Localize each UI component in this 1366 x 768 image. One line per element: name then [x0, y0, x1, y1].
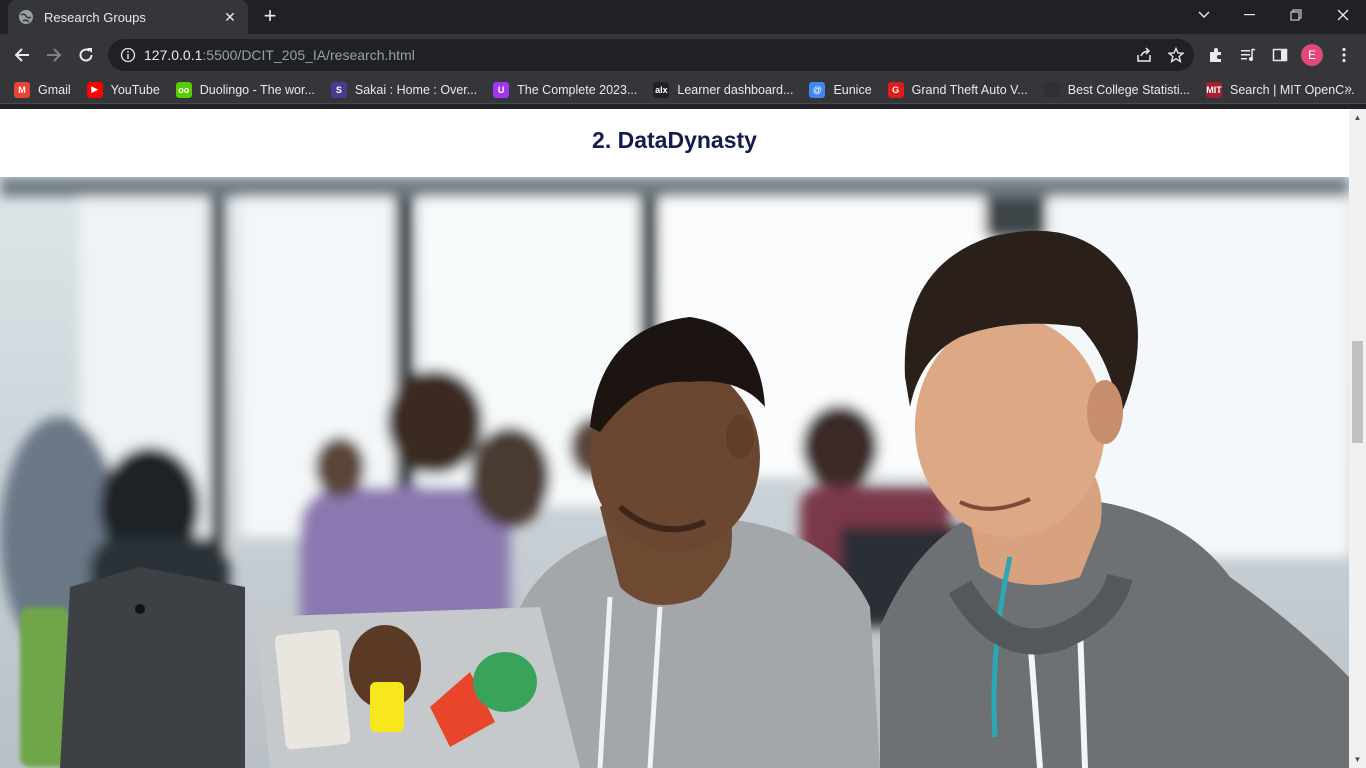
college-icon: [1043, 81, 1060, 98]
reload-button[interactable]: [73, 42, 99, 68]
chevron-down-icon: [1198, 11, 1210, 18]
bookmark-item[interactable]: MIT Search | MIT OpenC...: [1198, 78, 1363, 102]
bookmark-star-button[interactable]: [1163, 42, 1189, 68]
mit-icon: MIT: [1206, 81, 1223, 98]
scroll-down-arrow-icon[interactable]: ▼: [1349, 751, 1366, 768]
extensions-button[interactable]: [1203, 42, 1229, 68]
forward-button[interactable]: [41, 42, 67, 68]
bookmark-item[interactable]: M Gmail: [6, 78, 79, 102]
menu-button[interactable]: [1331, 42, 1357, 68]
bookmark-item[interactable]: oo Duolingo - The wor...: [168, 78, 323, 102]
tab-search-button[interactable]: [1181, 0, 1227, 30]
bookmark-item[interactable]: Best College Statisti...: [1036, 78, 1198, 102]
info-icon[interactable]: [120, 47, 136, 63]
page-scrollbar[interactable]: ▲ ▼: [1349, 109, 1366, 768]
bookmark-label: Eunice: [833, 82, 872, 97]
bookmark-label: Grand Theft Auto V...: [911, 82, 1028, 97]
bookmarks-list: M Gmail ▶ YouTube oo Duolingo - The wor... S Sa…: [0, 78, 1363, 102]
sakai-icon: S: [330, 81, 347, 98]
url-path: :5500/DCIT_205_IA/research.html: [202, 47, 415, 63]
bookmark-item[interactable]: U The Complete 2023...: [485, 78, 645, 102]
star-icon: [1168, 47, 1184, 63]
arrow-right-icon: [47, 48, 62, 62]
url-host: 127.0.0.1: [144, 47, 203, 63]
bookmark-label: The Complete 2023...: [517, 82, 638, 97]
browser-toolbar: 127.0.0.1:5500/DCIT_205_IA/research.html: [0, 34, 1366, 76]
duolingo-icon: oo: [175, 81, 192, 98]
students-photo: [0, 177, 1349, 768]
bookmark-label: Search | MIT OpenC...: [1230, 82, 1355, 97]
tab-research-groups[interactable]: Research Groups ✕: [8, 0, 248, 34]
profile-avatar[interactable]: E: [1301, 44, 1323, 66]
bookmark-item[interactable]: ▶ YouTube: [79, 78, 168, 102]
youtube-icon: ▶: [86, 81, 103, 98]
scroll-up-arrow-icon[interactable]: ▲: [1349, 109, 1366, 126]
media-button[interactable]: [1235, 42, 1261, 68]
side-panel-button[interactable]: [1267, 42, 1293, 68]
gta-icon: G: [887, 81, 904, 98]
share-button[interactable]: [1131, 42, 1157, 68]
section-heading: 2. DataDynasty: [592, 127, 757, 153]
minimize-icon: [1244, 14, 1255, 16]
bookmark-label: Duolingo - The wor...: [199, 82, 315, 97]
new-tab-button[interactable]: +: [258, 5, 282, 28]
gmail-icon: M: [14, 81, 30, 98]
more-vert-icon: [1342, 47, 1346, 63]
close-icon: [1337, 9, 1349, 21]
bookmark-label: Best College Statisti...: [1067, 82, 1191, 97]
restore-icon: [1290, 9, 1302, 21]
bookmark-label: Gmail: [38, 82, 71, 97]
side-panel-icon: [1272, 48, 1288, 62]
puzzle-icon: [1210, 48, 1221, 62]
bookmarks-bar: M Gmail ▶ YouTube oo Duolingo - The wor... S Sa…: [0, 76, 1366, 104]
bookmark-item[interactable]: alx Learner dashboard...: [645, 78, 801, 102]
bookmark-label: Sakai : Home : Over...: [354, 82, 478, 97]
close-window-button[interactable]: [1320, 0, 1366, 30]
queue-music-icon: [1241, 48, 1256, 61]
udemy-icon: U: [493, 81, 510, 98]
reload-icon: [79, 48, 93, 62]
scroll-thumb[interactable]: [1352, 341, 1363, 443]
address-bar[interactable]: 127.0.0.1:5500/DCIT_205_IA/research.html: [108, 39, 1194, 71]
tab-strip: Research Groups ✕ +: [0, 0, 1366, 34]
eunice-icon: @: [809, 81, 826, 98]
close-tab-icon[interactable]: ✕: [222, 9, 238, 25]
arrow-left-icon: [14, 48, 29, 62]
restore-button[interactable]: [1273, 0, 1319, 30]
back-button[interactable]: [9, 42, 35, 68]
bookmark-label: Learner dashboard...: [677, 82, 794, 97]
tab-title: Research Groups: [44, 9, 146, 25]
globe-icon: [18, 9, 34, 25]
minimize-button[interactable]: [1227, 0, 1273, 30]
more-bookmarks-icon[interactable]: »: [1344, 80, 1352, 96]
bookmark-label: YouTube: [110, 82, 160, 97]
group-photo: [0, 177, 1349, 768]
alx-icon: alx: [653, 81, 670, 98]
bookmark-item[interactable]: @ Eunice: [801, 78, 879, 102]
share-icon: [1137, 47, 1151, 62]
bookmark-item[interactable]: G Grand Theft Auto V...: [880, 78, 1036, 102]
page-content: 2. DataDynasty: [0, 109, 1349, 768]
bookmark-item[interactable]: S Sakai : Home : Over...: [323, 78, 485, 102]
